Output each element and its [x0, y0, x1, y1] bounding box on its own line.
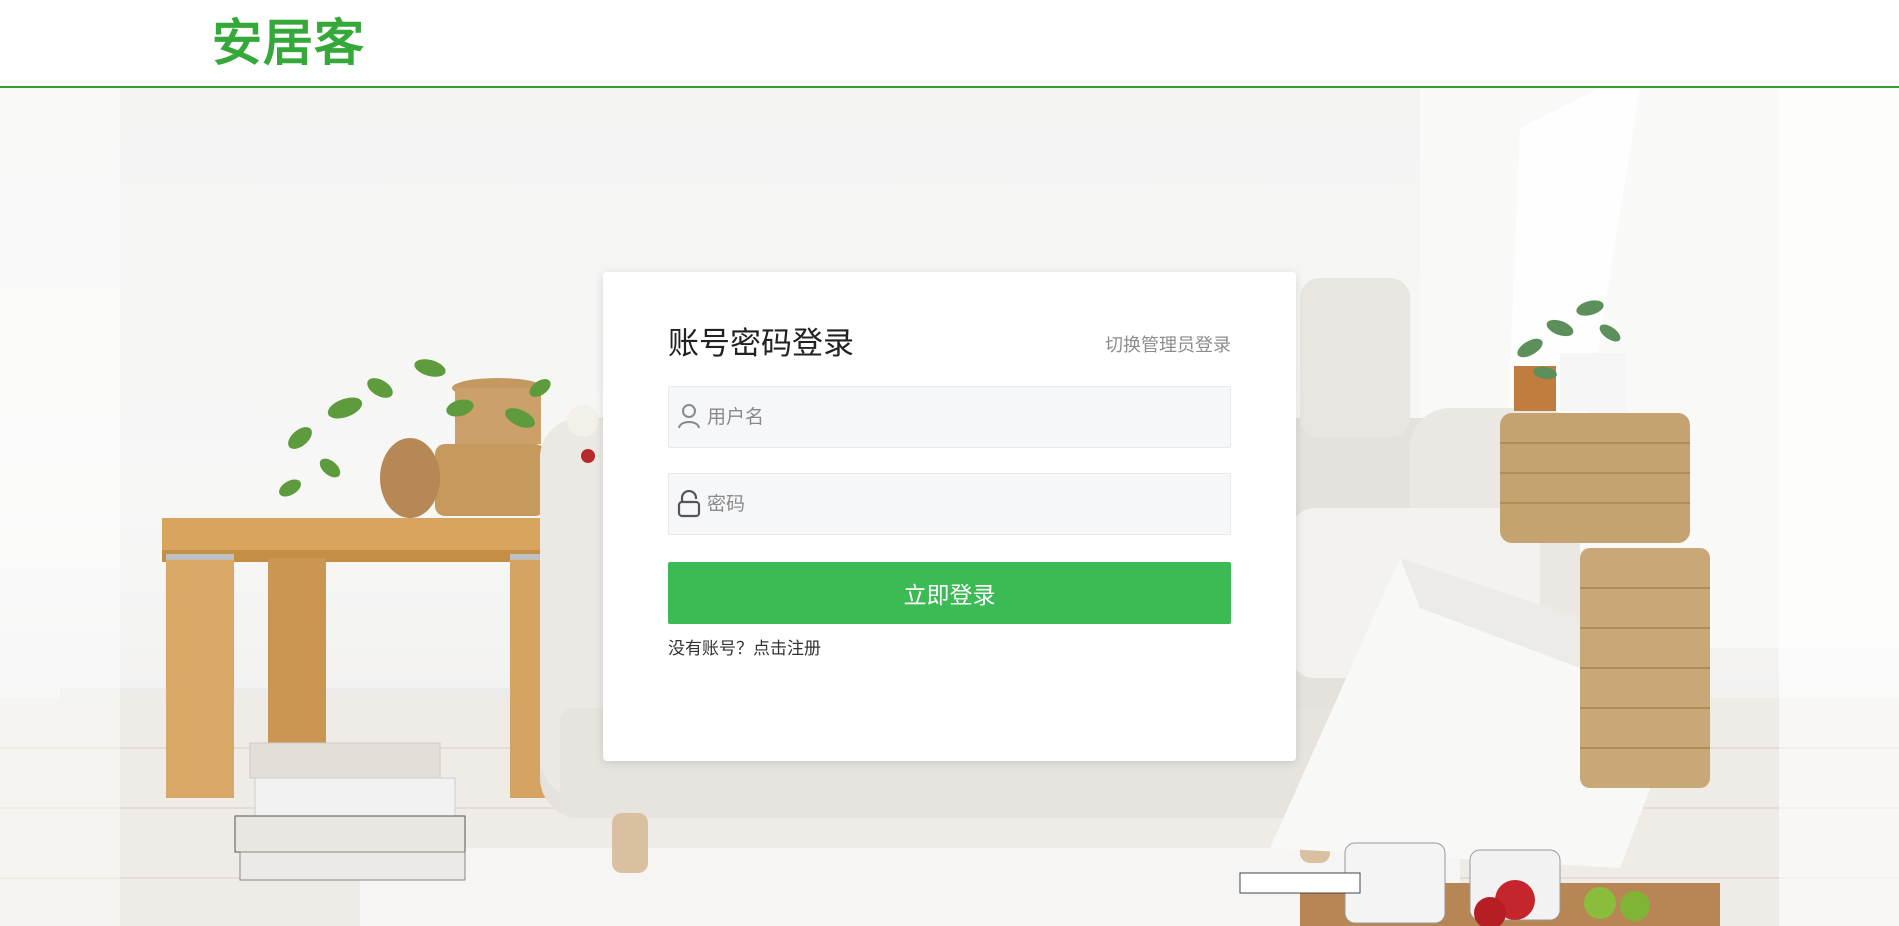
login-submit-button[interactable]: 立即登录: [668, 562, 1231, 624]
username-field[interactable]: [668, 386, 1231, 448]
lock-icon: [677, 490, 701, 518]
site-logo[interactable]: 安居客: [212, 10, 365, 76]
user-icon: [677, 403, 701, 431]
login-card: 账号密码登录 切换管理员登录 立即登录 没有账号？点击注册: [603, 272, 1296, 761]
register-prompt: 没有账号？点击注册: [668, 637, 821, 661]
register-question: 没有账号？: [668, 639, 753, 659]
register-link[interactable]: 点击注册: [753, 639, 821, 659]
password-input[interactable]: [707, 474, 1217, 534]
background-scene: 账号密码登录 切换管理员登录 立即登录 没有账号？点击注册: [0, 88, 1899, 926]
site-header: 安居客: [0, 0, 1899, 88]
username-input[interactable]: [707, 387, 1217, 447]
login-title: 账号密码登录: [668, 326, 854, 362]
switch-admin-login-link[interactable]: 切换管理员登录: [1105, 334, 1231, 358]
password-field[interactable]: [668, 473, 1231, 535]
